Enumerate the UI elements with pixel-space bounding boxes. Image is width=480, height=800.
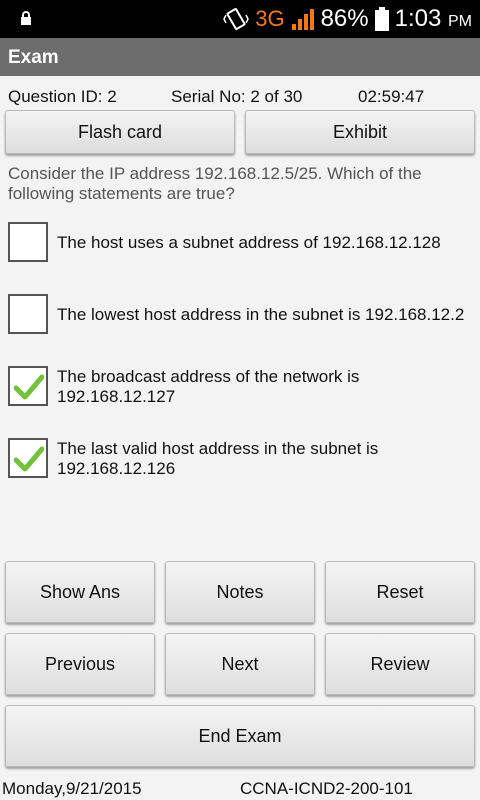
- option-checkbox[interactable]: [8, 222, 48, 262]
- option-label: The lowest host address in the subnet is…: [57, 305, 465, 324]
- answer-option-4[interactable]: The last valid host address in the subne…: [8, 438, 480, 482]
- next-button[interactable]: Next: [165, 633, 315, 695]
- exam-timer: 02:59:47: [358, 87, 425, 106]
- review-button[interactable]: Review: [325, 633, 475, 695]
- battery-icon: [374, 7, 389, 31]
- status-bar: 3G 86% 1:03 PM: [0, 0, 480, 38]
- serial-number: Serial No: 2 of 30: [171, 87, 303, 106]
- option-checkbox-checked[interactable]: [8, 438, 48, 478]
- notes-button[interactable]: Notes: [165, 561, 315, 623]
- previous-button[interactable]: Previous: [5, 633, 155, 695]
- answer-option-3[interactable]: The broadcast address of the network is …: [8, 366, 480, 410]
- clock: 1:03 PM: [395, 5, 472, 33]
- exhibit-button[interactable]: Exhibit: [245, 110, 475, 154]
- title-bar: Exam: [0, 38, 480, 76]
- clock-ampm: PM: [448, 13, 472, 30]
- checkmark-icon: [14, 374, 44, 400]
- clock-time: 1:03: [394, 5, 442, 32]
- question-text: Consider the IP address 192.168.12.5/25.…: [8, 164, 422, 203]
- page-title: Exam: [8, 47, 59, 68]
- signal-icon: [291, 9, 314, 30]
- battery-percent: 86%: [320, 5, 369, 32]
- answer-option-2[interactable]: The lowest host address in the subnet is…: [8, 294, 480, 338]
- option-label: The host uses a subnet address of 192.16…: [57, 233, 441, 252]
- lock-icon: [21, 11, 31, 25]
- show-answer-button[interactable]: Show Ans: [5, 561, 155, 623]
- network-type: 3G: [255, 6, 285, 31]
- option-label: The broadcast address of the network is …: [57, 367, 360, 406]
- reset-button[interactable]: Reset: [325, 561, 475, 623]
- footer-exam-code: CCNA-ICND2-200-101: [240, 779, 413, 798]
- option-label: The last valid host address in the subne…: [57, 439, 379, 478]
- end-exam-button[interactable]: End Exam: [5, 705, 475, 767]
- footer-date: Monday,9/21/2015: [2, 779, 142, 798]
- flash-card-button[interactable]: Flash card: [5, 110, 235, 154]
- answer-option-1[interactable]: The host uses a subnet address of 192.16…: [8, 222, 480, 266]
- vibrate-icon: [223, 8, 250, 30]
- option-checkbox[interactable]: [8, 294, 48, 334]
- question-id: Question ID: 2: [8, 87, 117, 106]
- option-checkbox-checked[interactable]: [8, 366, 48, 406]
- checkmark-icon: [14, 446, 44, 472]
